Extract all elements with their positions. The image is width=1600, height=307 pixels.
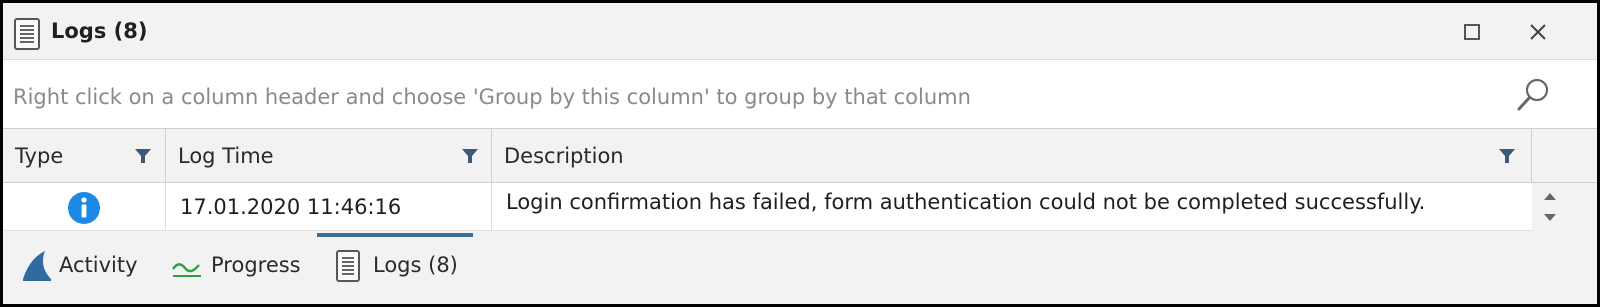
bottom-tab-bar: Activity Progress Logs (8)	[3, 231, 1597, 304]
group-by-panel[interactable]: Right click on a column header and choos…	[3, 59, 1597, 129]
column-header-type[interactable]: Type	[3, 129, 166, 183]
title-bar: Logs (8)	[3, 3, 1597, 59]
scroll-down-icon[interactable]	[1540, 211, 1560, 225]
search-icon[interactable]	[1513, 75, 1553, 115]
group-by-hint: Right click on a column header and choos…	[13, 85, 971, 109]
progress-wave-icon	[172, 263, 201, 277]
header-corner	[1532, 129, 1568, 183]
info-icon	[68, 192, 100, 224]
close-button[interactable]	[1523, 17, 1553, 47]
tab-label: Progress	[211, 253, 301, 277]
type-cell	[3, 183, 166, 231]
column-header-description[interactable]: Description	[492, 129, 1532, 183]
table-row[interactable]: 17.01.2020 11:46:16 Login confirmation h…	[3, 183, 1532, 231]
column-header-label: Description	[504, 144, 624, 168]
filter-icon[interactable]	[461, 147, 479, 165]
tab-label: Logs (8)	[373, 253, 458, 277]
close-icon	[1530, 24, 1546, 40]
description-value: Login confirmation has failed, form auth…	[506, 190, 1426, 214]
window-title: Logs (8)	[51, 19, 148, 43]
tab-label: Activity	[59, 253, 138, 277]
tab-progress[interactable]: Progress	[171, 249, 311, 285]
log-time-cell: 17.01.2020 11:46:16	[166, 183, 492, 231]
log-time-value: 17.01.2020 11:46:16	[180, 195, 402, 219]
scroll-up-icon[interactable]	[1540, 189, 1560, 203]
shark-fin-icon	[23, 251, 51, 281]
tab-logs[interactable]: Logs (8)	[333, 249, 473, 285]
document-lines-icon	[336, 250, 360, 282]
logs-panel: Logs (8) Right click on a column header …	[3, 3, 1597, 304]
grid-header: Type Log Time Description	[3, 129, 1597, 183]
column-header-log-time[interactable]: Log Time	[166, 129, 492, 183]
maximize-icon	[1464, 24, 1480, 40]
vertical-scrollbar[interactable]	[1532, 183, 1568, 231]
document-lines-icon	[14, 18, 40, 50]
filter-icon[interactable]	[1498, 147, 1516, 165]
tab-activity[interactable]: Activity	[21, 249, 151, 285]
column-header-label: Log Time	[178, 144, 274, 168]
filter-icon[interactable]	[134, 147, 152, 165]
maximize-button[interactable]	[1457, 17, 1487, 47]
description-cell: Login confirmation has failed, form auth…	[492, 183, 1532, 231]
selected-tab-indicator	[317, 233, 473, 237]
column-header-label: Type	[15, 144, 64, 168]
